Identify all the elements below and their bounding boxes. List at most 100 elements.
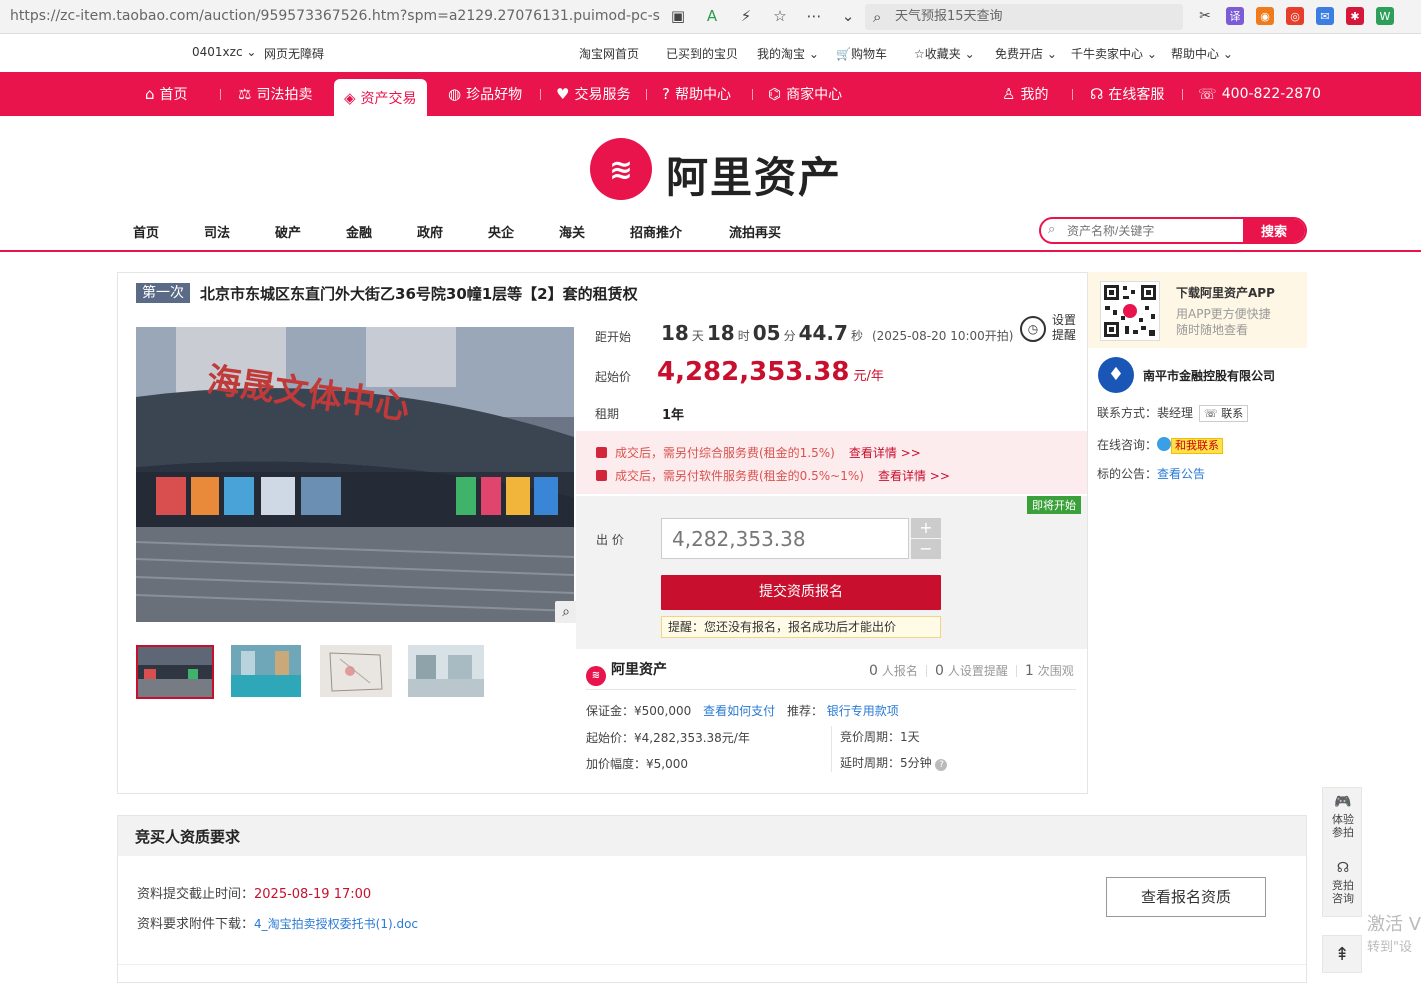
bid-consult-button[interactable]: ☊ 竞拍 咨询 [1323,861,1363,905]
thumbnail-1[interactable] [136,645,214,699]
main-photo[interactable]: 海晟文体中心 [136,327,574,622]
topnav-favorites[interactable]: ☆收藏夹 ⌄ [914,45,975,62]
rednav-online-service[interactable]: ☊ 在线客服 [1090,72,1164,116]
zoom-icon[interactable]: ⌕ [555,601,577,623]
bank-link[interactable]: 银行专用款项 [827,704,899,718]
lightning-icon[interactable]: ⚡ [736,6,756,26]
contact-row: 联系方式：裴经理 ☏ 联系 [1097,404,1249,422]
view-qualification-button[interactable]: 查看报名资质 [1106,877,1266,917]
more-icon[interactable]: ⋯ [804,6,824,26]
rednav-home[interactable]: ⌂ 首页 [145,72,188,116]
submit-registration-button[interactable]: 提交资质报名 [661,575,941,610]
image-icon[interactable]: ▣ [668,6,688,26]
heart-icon: ♥ [556,85,570,103]
divider [220,89,221,100]
cat-bankruptcy[interactable]: 破产 [275,222,301,241]
thumbnail-2[interactable] [231,645,309,699]
status-badge: 即将开始 [1027,496,1081,514]
bid-input[interactable]: 4,282,353.38 [661,518,909,559]
back-to-top-icon[interactable]: ⇞ [1322,935,1362,973]
building-photo: 海晟文体中心 [136,327,574,622]
online-consult-row: 在线咨询： 和我联系 [1097,436,1224,454]
rednav-trade-service[interactable]: ♥ 交易服务 [556,72,630,116]
fee-line-2: 成交后，需另付软件服务费(租金的0.5%~1%) 查看详情 >> [596,467,950,484]
word-icon[interactable]: W [1376,7,1394,25]
cat-rebuy[interactable]: 流拍再买 [729,222,781,241]
scissors-icon[interactable]: ✂ [1196,7,1214,25]
increase-button[interactable]: + [911,518,941,538]
app-desc: 用APP更方便快捷 随时随地查看 [1176,307,1271,337]
applied-label: 人报名 [881,664,918,678]
rednav-judicial[interactable]: ⚖ 司法拍卖 [238,72,312,116]
main-red-nav: ⌂ 首页 ⚖ 司法拍卖 ◈ 资产交易 ◍ 珍品好物 ♥ 交易服务 ? 帮助中心 ⌬ 商家中心 … [0,72,1421,116]
brand-logo: ≋ 阿里资产 [586,659,667,686]
decrease-button[interactable]: − [911,539,941,559]
thumbnail-4[interactable] [408,645,486,699]
help-icon[interactable]: ? [935,759,948,771]
divider [0,250,1421,252]
cat-customs[interactable]: 海关 [559,222,585,241]
browser-search-box[interactable]: ⌕ 天气预报15天查询 [865,4,1183,30]
start-price-detail: 起始价：¥4,282,353.38元/年 [586,731,750,745]
attachment-link[interactable]: 4_淘宝拍卖授权委托书(1).doc [254,917,418,931]
remind-label: 人设置提醒 [947,664,1008,678]
chevron-down-icon[interactable]: ⌄ [838,6,858,26]
cat-investment[interactable]: 招商推介 [630,222,682,241]
topnav-open-shop[interactable]: 免费开店 ⌄ [995,45,1057,62]
accessibility-link[interactable]: 网页无障碍 [264,45,324,62]
contact-button[interactable]: ☏ 联系 [1199,405,1249,422]
topnav-my-taobao[interactable]: 我的淘宝 ⌄ [757,45,819,62]
rednav-asset-trade[interactable]: ◈ 资产交易 [334,79,427,116]
rednav-treasures[interactable]: ◍ 珍品好物 [448,72,522,116]
start-price-value: 4,282,353.38 [657,357,850,387]
fee-detail-link[interactable]: 查看详情 >> [878,469,950,483]
seller-sidebar [1087,272,1307,794]
star-icon[interactable]: ☆ [770,6,790,26]
rednav-mine[interactable]: ♙ 我的 [1002,72,1048,116]
rednav-hotline[interactable]: ☏ 400-822-2870 [1198,72,1321,116]
divider [540,89,541,100]
cat-soe[interactable]: 央企 [488,222,514,241]
browser-tools: ▣ A ⚡ ☆ ⋯ ⌄ [668,6,858,26]
deposit-row: 保证金：¥500,000 查看如何支付 推荐： 银行专用款项 [586,702,899,719]
thumbnail-3[interactable] [320,645,398,699]
address-bar[interactable]: https://zc-item.taobao.com/auction/95957… [10,8,660,24]
search-button[interactable]: 搜索 [1243,219,1305,242]
cat-home[interactable]: 首页 [133,222,159,241]
gift-icon [596,470,607,481]
set-reminder-button[interactable]: ◷ 设置 提醒 [1020,313,1082,347]
org-name[interactable]: 南平市金融控股有限公司 [1143,367,1275,384]
experience-bidding-button[interactable]: 🎮 体验 参拍 [1323,795,1363,839]
search-icon: ⌕ [873,8,882,26]
topnav-seller-center[interactable]: 千牛卖家中心 ⌄ [1071,45,1157,62]
read-aloud-icon[interactable]: A [702,6,722,26]
cat-finance[interactable]: 金融 [346,222,372,241]
network-icon[interactable]: ✱ [1346,7,1364,25]
topnav-home[interactable]: 淘宝网首页 [579,45,639,62]
cd-secs-unit: 秒 [850,329,863,343]
topnav-bought[interactable]: 已买到的宝贝 [666,45,738,62]
translate-icon[interactable]: 译 [1226,7,1244,25]
how-to-pay-link[interactable]: 查看如何支付 [703,704,775,718]
site-logo[interactable]: ≋ 阿里资产 [590,136,850,202]
cat-government[interactable]: 政府 [417,222,443,241]
topnav-help[interactable]: 帮助中心 ⌄ [1171,45,1233,62]
cat-judicial[interactable]: 司法 [204,222,230,241]
rednav-help[interactable]: ? 帮助中心 [662,72,731,116]
rednav-merchant[interactable]: ⌬ 商家中心 [768,72,842,116]
fee-line-1: 成交后，需另付综合服务费(租金的1.5%) 查看详情 >> [596,444,921,461]
topnav-cart[interactable]: 🛒购物车 [836,45,887,62]
fee-detail-link[interactable]: 查看详情 >> [849,446,921,460]
views-count: 1 [1024,663,1034,679]
section-header [118,816,1306,856]
notice-link[interactable]: 查看公告 [1157,467,1205,481]
chat-button[interactable]: 和我联系 [1171,438,1224,454]
weibo-icon[interactable]: ◎ [1286,7,1304,25]
bid-period: 竞价周期：1天 [840,730,920,744]
gamepad-icon[interactable]: ◉ [1256,7,1274,25]
asset-search-input[interactable] [1067,222,1242,240]
logo-mark-icon: ≋ [590,138,652,200]
section-title: 竞买人资质要求 [135,828,241,846]
user-name[interactable]: 0401xzc ⌄ [192,45,256,59]
mail-icon[interactable]: ✉ [1316,7,1334,25]
